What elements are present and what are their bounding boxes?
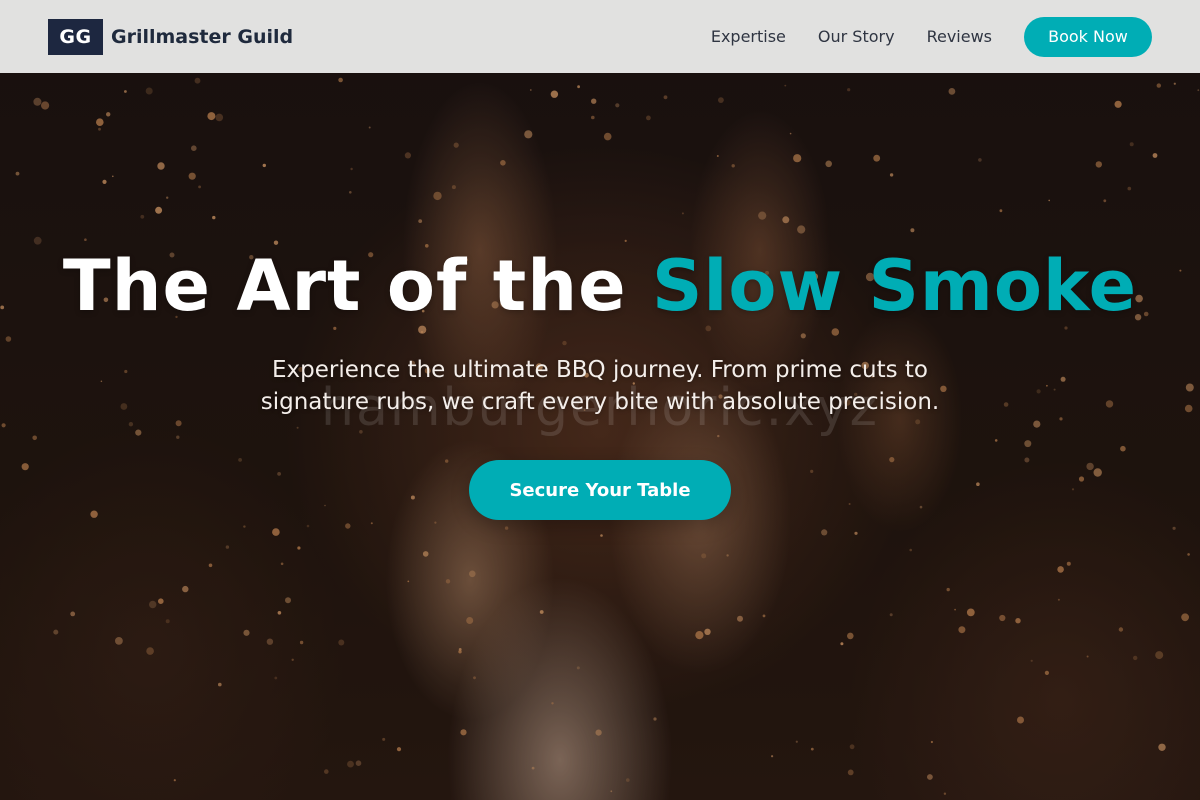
nav-links: Expertise Our Story Reviews Book Now (711, 16, 1152, 57)
hero-title-accent: Slow Smoke (651, 245, 1138, 327)
navbar: GG Grillmaster Guild Expertise Our Story… (0, 0, 1200, 73)
hero-title-main: The Art of the (62, 245, 652, 327)
nav-link-our-story[interactable]: Our Story (818, 27, 895, 46)
brand-name: Grillmaster Guild (111, 25, 294, 48)
brand-logo[interactable]: GG Grillmaster Guild (48, 18, 294, 55)
book-now-button[interactable]: Book Now (1024, 16, 1152, 57)
nav-link-reviews[interactable]: Reviews (927, 27, 992, 46)
hero-section: The Art of the Slow Smoke Experience the… (0, 250, 1200, 520)
nav-link-expertise[interactable]: Expertise (711, 27, 786, 46)
brand-badge: GG (48, 18, 103, 55)
hero-title: The Art of the Slow Smoke (0, 250, 1200, 322)
secure-your-table-button[interactable]: Secure Your Table (469, 460, 731, 520)
hero-subtitle: Experience the ultimate BBQ journey. Fro… (260, 357, 940, 415)
